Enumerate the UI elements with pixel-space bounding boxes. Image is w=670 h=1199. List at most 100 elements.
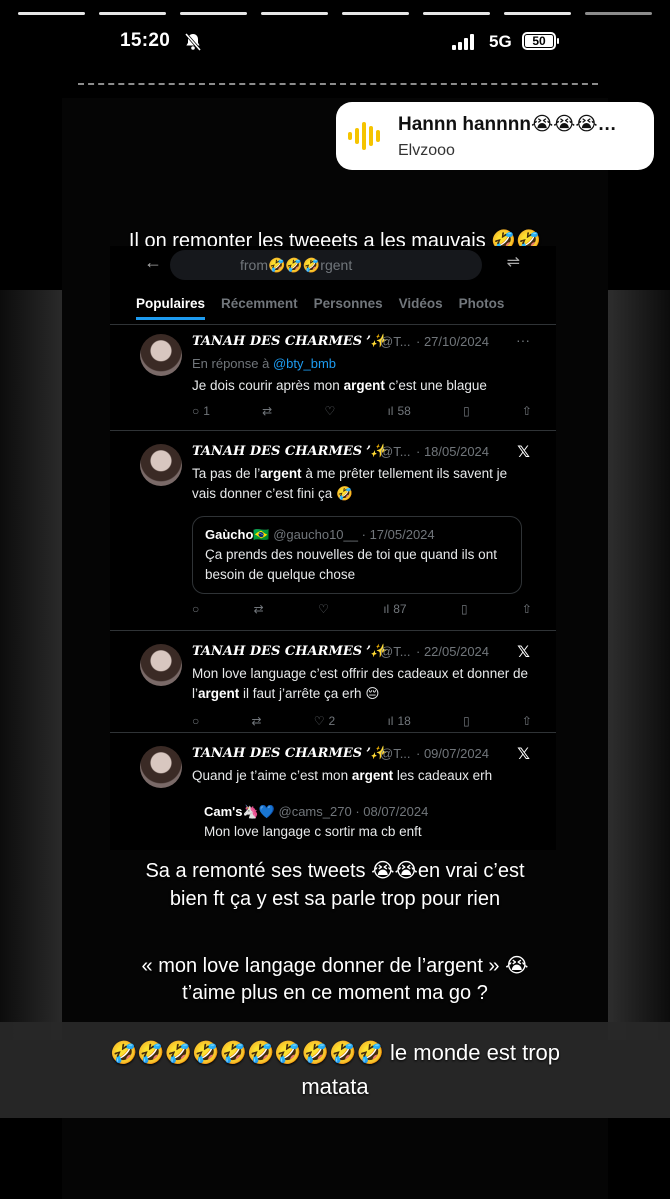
- retweet-button[interactable]: ⇄: [262, 404, 272, 418]
- back-arrow-icon[interactable]: ←: [144, 252, 162, 273]
- views-button[interactable]: ıl 87: [383, 602, 406, 616]
- share-button[interactable]: ⇧: [522, 602, 532, 616]
- quote-date: · 17/05/2024: [361, 527, 435, 542]
- battery-icon: 50: [522, 32, 559, 50]
- network-type: 5G: [489, 32, 512, 51]
- progress-segment: [504, 12, 571, 15]
- reply-button[interactable]: ○: [192, 602, 199, 616]
- quote-author: Gaùcho🇧🇷: [205, 527, 270, 542]
- x-logo-icon: 𝕏: [517, 644, 530, 661]
- views-button[interactable]: ıl 18: [387, 714, 410, 728]
- video-frame-right: [608, 290, 670, 1040]
- divider: [110, 430, 556, 431]
- caption-quote-line1: « mon love langage donner de l’argent » …: [141, 955, 529, 977]
- tab-recemment[interactable]: Récemment: [221, 296, 298, 320]
- quote-author: Cam's🦄💙: [204, 804, 275, 819]
- caption-mid-line1: Sa a remonté ses tweets 😭😭en vrai c’est: [145, 860, 525, 882]
- tweet-handle: @T...: [380, 444, 411, 459]
- tweet-date: · 22/05/2024: [416, 644, 490, 659]
- quoted-tweet[interactable]: Gaùcho🇧🇷 @gaucho10__ · 17/05/2024 Ça pre…: [192, 516, 522, 594]
- tweet-author: TANAH DES CHARMES ՚✨: [192, 334, 387, 349]
- divider: [110, 732, 556, 733]
- music-sticker[interactable]: Hannn hannnn😭😭😭… Elvzooo: [336, 102, 654, 170]
- retweet-icon: ⇄: [262, 404, 273, 418]
- tweet-date: · 18/05/2024: [416, 444, 490, 459]
- search-input[interactable]: from🤣🤣🤣rgent: [170, 250, 482, 280]
- reply-button[interactable]: ○ 1: [192, 404, 210, 418]
- bookmark-button[interactable]: ▯: [463, 404, 470, 418]
- status-bar: 15:20 5G 50: [0, 30, 670, 56]
- filter-icon[interactable]: ⇌: [507, 252, 520, 272]
- music-artist: Elvzooo: [398, 142, 455, 159]
- video-frame-left: [0, 290, 62, 1040]
- bookmark-button[interactable]: ▯: [463, 714, 470, 728]
- share-icon: ⇧: [521, 714, 532, 728]
- more-icon[interactable]: ···: [516, 332, 530, 348]
- music-title: Hannn hannnn😭😭😭…: [398, 114, 617, 135]
- avatar[interactable]: [140, 444, 182, 486]
- bookmark-icon: ▯: [463, 714, 470, 728]
- reply-icon: ○: [192, 602, 200, 616]
- tweet-text: Je dois courir après mon argent c’est un…: [192, 378, 487, 393]
- caption-quote-line2: t’aime plus en ce moment ma go ?: [182, 982, 488, 1004]
- share-icon: ⇧: [521, 602, 532, 616]
- progress-segment: [180, 12, 247, 15]
- tweet-author: TANAH DES CHARMES ՚✨: [192, 444, 387, 459]
- quoted-tweet[interactable]: Cam's🦄💙 @cams_270 · 08/07/2024 Mon love …: [192, 798, 522, 850]
- tweet-handle: @T...: [380, 334, 411, 349]
- views-button[interactable]: ıl 58: [387, 404, 410, 418]
- quote-handle: @cams_270: [278, 804, 352, 819]
- progress-segment: [342, 12, 409, 15]
- audio-bars-icon: [348, 122, 380, 150]
- share-button[interactable]: ⇧: [522, 404, 532, 418]
- quote-text: Mon love langage c sortir ma cb enft: [204, 824, 422, 839]
- retweet-icon: ⇄: [253, 602, 264, 616]
- heart-icon: ♡: [324, 404, 336, 418]
- bookmark-icon: ▯: [463, 404, 470, 418]
- tweet-text: Mon love language c’est offrir des cadea…: [192, 666, 528, 701]
- reply-icon: ○: [192, 714, 200, 728]
- reply-prefix: En réponse à: [192, 356, 273, 371]
- caption-bottom-line2: matata: [301, 1074, 369, 1099]
- tab-populaires[interactable]: Populaires: [136, 296, 206, 320]
- tweet-author: TANAH DES CHARMES ՚✨: [192, 644, 387, 659]
- like-button[interactable]: ♡: [324, 404, 335, 418]
- divider: [110, 630, 556, 631]
- retweet-icon: ⇄: [251, 714, 262, 728]
- tab-personnes[interactable]: Personnes: [314, 296, 383, 320]
- avatar[interactable]: [140, 746, 182, 788]
- bookmark-button[interactable]: ▯: [461, 602, 468, 616]
- tweet-text: Quand je t’aime c’est mon argent les cad…: [192, 768, 493, 783]
- progress-segment: [423, 12, 490, 15]
- like-button[interactable]: ♡ 2: [314, 714, 335, 728]
- tweet-handle: @T...: [380, 746, 411, 761]
- avatar[interactable]: [140, 334, 182, 376]
- tab-videos[interactable]: Vidéos: [399, 296, 443, 320]
- quote-handle: @gaucho10__: [273, 527, 358, 542]
- story-progress-bar: [18, 12, 652, 15]
- like-button[interactable]: ♡: [318, 602, 329, 616]
- progress-segment: [18, 12, 85, 15]
- signal-icon: [452, 34, 474, 50]
- reply-context: En réponse à @bty_bmb: [192, 356, 336, 371]
- views-icon: ıl: [387, 404, 394, 418]
- search-tabs: Populaires Récemment Personnes Vidéos Ph…: [136, 296, 504, 320]
- tweet-actions: ○ 1 ⇄ ♡ ıl 58 ▯ ⇧: [192, 404, 532, 418]
- heart-icon: ♡: [313, 714, 325, 728]
- retweet-button[interactable]: ⇄: [251, 714, 261, 728]
- tweet-actions: ○ ⇄ ♡ ıl 87 ▯ ⇧: [192, 602, 532, 616]
- tab-photos[interactable]: Photos: [459, 296, 505, 320]
- avatar[interactable]: [140, 644, 182, 686]
- share-button[interactable]: ⇧: [522, 714, 532, 728]
- reply-handle[interactable]: @bty_bmb: [273, 356, 336, 371]
- tweet-text: Ta pas de l’argent à me prêter tellement…: [192, 466, 508, 501]
- caption-mid-line2: bien ft ça y est sa parle trop pour rien: [169, 888, 501, 910]
- x-logo-icon: 𝕏: [517, 746, 530, 763]
- battery-level: 50: [525, 35, 553, 47]
- retweet-button[interactable]: ⇄: [254, 602, 264, 616]
- views-icon: ıl: [387, 714, 394, 728]
- silent-bell-icon: [184, 33, 202, 51]
- divider: [78, 83, 598, 85]
- tweet-date: · 09/07/2024: [416, 746, 490, 761]
- reply-button[interactable]: ○: [192, 714, 199, 728]
